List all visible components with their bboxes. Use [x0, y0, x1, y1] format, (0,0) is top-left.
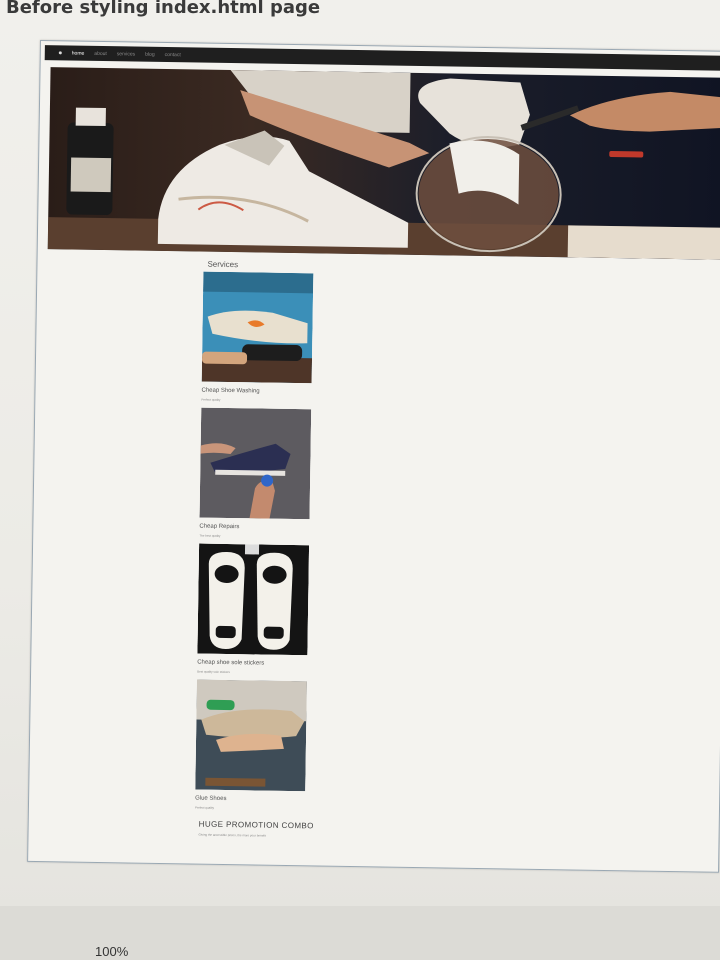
service-description: The best quality — [199, 533, 221, 538]
hero-banner-image — [47, 67, 720, 260]
nav-link-services[interactable]: services — [117, 51, 135, 57]
navigation-bar: home about services blog contact — [44, 45, 720, 71]
service-image-sole-stickers — [197, 543, 310, 656]
logo-dot-icon — [58, 51, 62, 55]
service-description: Best quality sole stickers — [197, 669, 230, 675]
service-name: Cheap Shoe Washing — [201, 387, 260, 395]
nav-link-home[interactable]: home — [72, 50, 85, 56]
promotion-heading: HUGE PROMOTION COMBO — [198, 819, 314, 831]
promotion-description: Giving the accessible prices, the more y… — [198, 832, 266, 838]
browser-viewport: home about services blog contact Service… — [27, 40, 720, 873]
service-description: Perfect quality — [194, 805, 215, 810]
service-image-glue-shoes — [195, 679, 307, 792]
services-heading: Services — [207, 259, 239, 270]
service-name: Cheap Repairs — [199, 523, 240, 531]
service-image-shoe-washing — [201, 271, 314, 384]
service-image-repairs — [199, 407, 312, 520]
photo-caption: Before styling index.html page — [6, 0, 321, 18]
service-name: Cheap shoe sole stickers — [197, 659, 265, 667]
nav-link-blog[interactable]: blog — [145, 51, 155, 57]
service-description: Perfect quality — [201, 397, 221, 402]
nav-link-about[interactable]: about — [94, 50, 107, 56]
zoom-level: 100% — [95, 944, 129, 959]
nav-link-contact[interactable]: contact — [165, 51, 181, 57]
service-name: Glue Shoes — [195, 795, 227, 803]
